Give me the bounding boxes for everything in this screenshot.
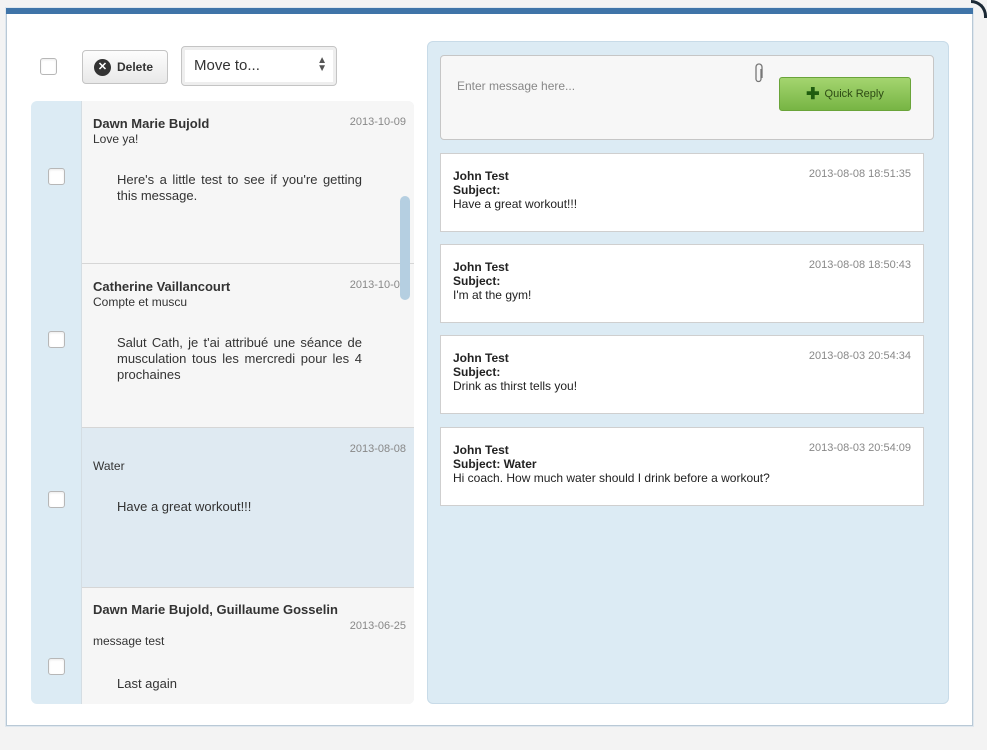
thread-message[interactable]: John Test 2013-08-08 18:51:35 Subject: H… [440, 153, 924, 232]
plus-icon: ✚ [806, 86, 820, 103]
list-item-subject: message test [93, 634, 165, 648]
list-item-date: 2013-10-09 [349, 116, 406, 128]
list-item-date: 2013-06-25 [349, 620, 406, 632]
paperclip-icon[interactable] [753, 63, 765, 85]
thread-message-subject: Subject: [453, 274, 501, 288]
thread-message[interactable]: John Test 2013-08-03 20:54:09 Subject: W… [440, 427, 924, 506]
row-checkbox[interactable] [48, 168, 65, 185]
message-list-panel: Dawn Marie Bujold 2013-10-09 Love ya! He… [31, 101, 414, 704]
list-item[interactable]: Dawn Marie Bujold 2013-10-09 Love ya! He… [82, 101, 414, 264]
thread-message-subject: Subject: Water [453, 457, 537, 471]
thread-message-subject: Subject: [453, 365, 501, 379]
list-item-preview: Here's a little test to see if you're ge… [117, 172, 362, 203]
window-top-border [6, 8, 973, 18]
list-item-preview: Salut Cath, je t'ai attribué une séance … [117, 335, 362, 382]
thread-message-datetime: 2013-08-08 18:51:35 [808, 168, 911, 180]
move-to-value: Move to... [194, 57, 260, 74]
page-curl-corner [971, 0, 987, 18]
select-arrows-icon: ▲ ▼ [317, 55, 327, 74]
list-item-sender: Dawn Marie Bujold [93, 116, 210, 131]
list-item-subject: Compte et muscu [93, 295, 188, 309]
list-item[interactable]: Dawn Marie Bujold, Guillaume Gosselin 20… [82, 588, 414, 704]
thread-message-sender: John Test [453, 443, 509, 457]
quick-reply-label: Quick Reply [824, 88, 884, 100]
row-checkbox[interactable] [48, 331, 65, 348]
delete-button-label: Delete [117, 60, 154, 74]
message-list[interactable]: Dawn Marie Bujold 2013-10-09 Love ya! He… [81, 101, 414, 704]
list-item-preview: Have a great workout!!! [117, 499, 252, 514]
delete-button[interactable]: ✕ Delete [82, 50, 168, 84]
list-item-subject: Love ya! [93, 132, 139, 146]
thread-message-sender: John Test [453, 351, 509, 365]
row-checkbox[interactable] [48, 491, 65, 508]
thread-message-datetime: 2013-08-08 18:50:43 [808, 259, 911, 271]
thread-message-body: Have a great workout!!! [453, 197, 578, 211]
thread-message[interactable]: John Test 2013-08-08 18:50:43 Subject: I… [440, 244, 924, 323]
message-list-scrollbar[interactable] [400, 196, 410, 300]
thread-message-subject: Subject: [453, 183, 501, 197]
list-item-selected[interactable]: 2013-08-08 Water Have a great workout!!! [82, 428, 414, 588]
thread-message-datetime: 2013-08-03 20:54:34 [808, 350, 911, 362]
list-item[interactable]: Catherine Vaillancourt 2013-10-08 Compte… [82, 264, 414, 428]
thread-message-body: Hi coach. How much water should I drink … [453, 471, 770, 485]
list-item-preview: Last again [117, 676, 177, 691]
list-item-sender: Dawn Marie Bujold, Guillaume Gosselin [93, 602, 338, 617]
quick-reply-button[interactable]: ✚ Quick Reply [779, 77, 911, 111]
select-all-checkbox[interactable] [40, 58, 57, 75]
list-item-date: 2013-10-08 [349, 279, 406, 291]
thread-message-datetime: 2013-08-03 20:54:09 [808, 442, 911, 454]
list-item-subject: Water [93, 459, 125, 473]
thread-message[interactable]: John Test 2013-08-03 20:54:34 Subject: D… [440, 335, 924, 414]
move-to-select[interactable]: Move to... ▲ ▼ [181, 46, 337, 86]
close-circle-icon: ✕ [94, 58, 111, 76]
thread-message-body: I'm at the gym! [453, 288, 532, 302]
thread-message-body: Drink as thirst tells you! [453, 379, 578, 393]
row-checkbox[interactable] [48, 658, 65, 675]
thread-message-sender: John Test [453, 169, 509, 183]
compose-placeholder: Enter message here... [457, 79, 576, 93]
list-item-sender: Catherine Vaillancourt [93, 279, 231, 294]
thread-message-sender: John Test [453, 260, 509, 274]
list-item-date: 2013-08-08 [349, 443, 406, 455]
